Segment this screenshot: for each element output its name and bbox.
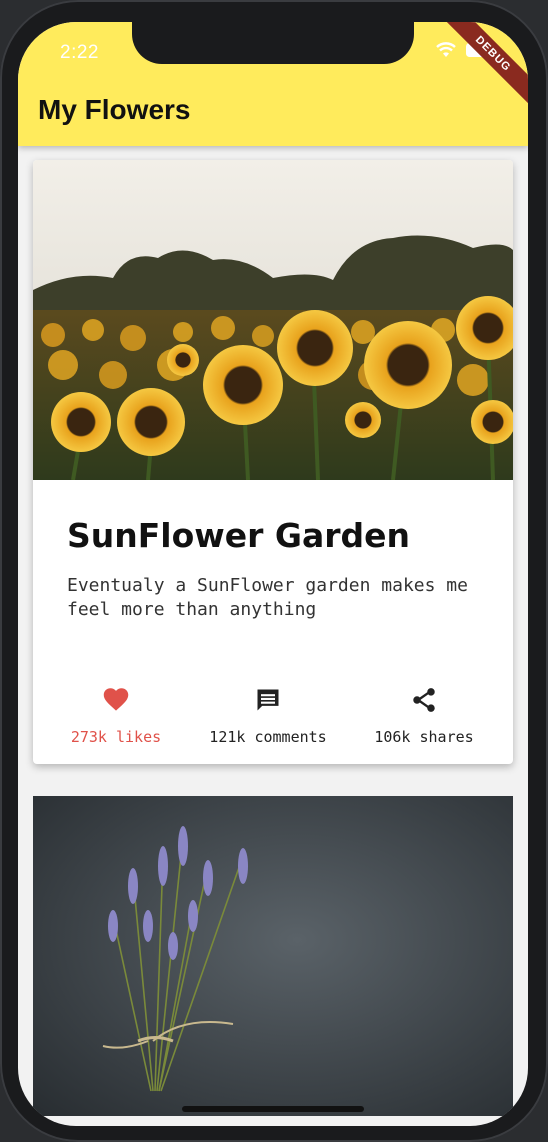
sunflower-field-photo xyxy=(33,160,513,480)
card-actions: 273k likes 121k comments 106k shares xyxy=(33,686,513,756)
card-title: SunFlower Garden xyxy=(67,516,411,555)
share-icon xyxy=(344,686,504,716)
flower-feed[interactable]: SunFlower Garden Eventualy a SunFlower g… xyxy=(18,146,528,1126)
page-title: My Flowers xyxy=(38,94,191,125)
lavender-bouquet-photo xyxy=(33,796,513,1116)
phone-frame: 2:22 DEBUG My Flowers SunFlower Garden E… xyxy=(0,0,548,1142)
heart-icon xyxy=(36,686,196,716)
flower-card[interactable]: SunFlower Garden Eventualy a SunFlower g… xyxy=(33,160,513,764)
card-description: Eventualy a SunFlower garden makes me fe… xyxy=(67,575,468,620)
device-notch xyxy=(132,22,414,64)
comments-count: 121k comments xyxy=(209,728,327,746)
status-time: 2:22 xyxy=(60,42,99,63)
wifi-icon xyxy=(436,42,456,58)
app-bar: 2:22 DEBUG My Flowers xyxy=(18,22,528,146)
comment-icon xyxy=(188,686,348,716)
debug-banner: DEBUG xyxy=(439,22,528,108)
home-indicator[interactable] xyxy=(182,1106,364,1112)
likes-count: 273k likes xyxy=(70,728,162,746)
flower-card[interactable] xyxy=(33,796,513,1116)
share-button[interactable]: 106k shares xyxy=(344,686,504,746)
shares-count: 106k shares xyxy=(374,728,474,746)
like-button[interactable]: 273k likes xyxy=(36,686,196,746)
app-screen: 2:22 DEBUG My Flowers SunFlower Garden E… xyxy=(18,22,528,1126)
comment-button[interactable]: 121k comments xyxy=(188,686,348,746)
